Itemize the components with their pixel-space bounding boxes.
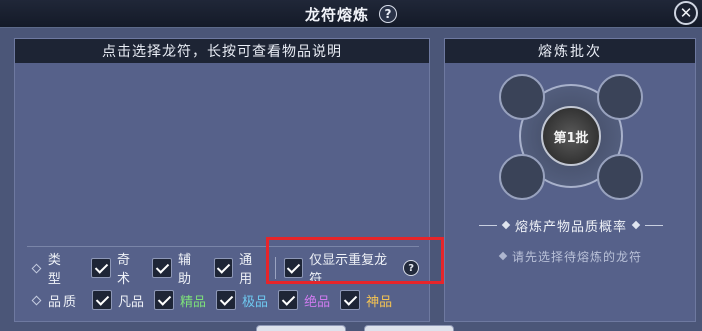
filter-quality-fine-label: 精品 (180, 294, 207, 310)
decor-line (478, 224, 497, 226)
checkbox[interactable] (91, 258, 111, 278)
bottom-button[interactable] (256, 325, 346, 331)
filter-type-qishu-label: 奇术 (116, 253, 130, 287)
checkmark-icon (157, 291, 171, 306)
probability-hint-text: 请先选择待熔炼的龙符 (511, 249, 642, 264)
checkmark-icon (219, 291, 233, 306)
filter-quality-epic[interactable]: 绝品 (278, 290, 330, 310)
bottom-button[interactable] (364, 325, 454, 331)
batch-slots: 第1批 (499, 74, 643, 200)
probability-title: 熔炼产物品质概率 (445, 215, 697, 235)
filter-type-tongyong[interactable]: 通用 (213, 249, 265, 287)
batch-panel-header: 熔炼批次 (445, 39, 695, 63)
checkmark-icon (95, 291, 109, 306)
window-title: 龙符熔炼 (304, 5, 369, 24)
filter-type-fuzhu[interactable]: 辅助 (152, 249, 203, 287)
diamond-bullet-icon (31, 263, 42, 273)
filter-quality-rare[interactable]: 极品 (216, 290, 268, 310)
diamond-icon (498, 251, 508, 261)
checkbox[interactable] (278, 290, 299, 310)
checkbox[interactable] (213, 258, 234, 278)
rune-slot[interactable] (499, 74, 545, 120)
checkmark-icon (94, 259, 108, 274)
rune-slot[interactable] (499, 154, 545, 200)
probability-hint: 请先选择待熔炼的龙符 (445, 247, 697, 265)
checkmark-icon (155, 259, 169, 274)
checkbox[interactable] (216, 290, 237, 310)
checkbox[interactable] (152, 258, 173, 278)
rune-slot[interactable] (597, 154, 643, 200)
diamond-bullet-icon (31, 295, 42, 305)
checkmark-icon (281, 291, 295, 306)
quality-filter-label: 品质 (48, 294, 79, 310)
checkmark-icon (343, 291, 357, 306)
rune-slot[interactable] (597, 74, 643, 120)
filter-quality-epic-label: 绝品 (304, 294, 331, 310)
batch-number-badge: 第1批 (541, 106, 601, 166)
help-icon[interactable]: ? (379, 5, 397, 23)
diamond-icon (501, 220, 511, 230)
filter-quality-fine[interactable]: 精品 (154, 290, 206, 310)
checkbox[interactable] (340, 290, 361, 310)
filter-quality-normal-label: 凡品 (118, 294, 145, 310)
type-filter-label: 类型 (47, 253, 63, 287)
checkbox[interactable] (154, 290, 175, 310)
checkmark-icon (216, 259, 231, 274)
only-duplicates-highlight-box (266, 237, 444, 284)
quality-filter-row: 品质 凡品 精品 极品 绝品 神品 (27, 288, 402, 312)
filter-quality-divine-label: 神品 (366, 294, 393, 310)
filter-type-tongyong-label: 通用 (239, 253, 253, 287)
filter-quality-divine[interactable]: 神品 (340, 290, 392, 310)
decor-line (645, 224, 663, 226)
filter-quality-normal[interactable]: 凡品 (92, 290, 144, 310)
smelting-batch-panel: 熔炼批次 第1批 熔炼产物品质概率 请先选择待熔炼的龙符 (444, 38, 696, 322)
checkbox[interactable] (92, 290, 113, 310)
selection-panel-header: 点击选择龙符，长按可查看物品说明 (15, 39, 429, 63)
filter-quality-rare-label: 极品 (242, 294, 269, 310)
probability-title-text: 熔炼产物品质概率 (514, 219, 627, 235)
diamond-icon (631, 220, 641, 230)
close-button[interactable]: ✕ (674, 1, 698, 25)
title-wrap: 龙符熔炼 ? (0, 0, 702, 28)
filter-type-qishu[interactable]: 奇术 (91, 249, 142, 287)
filter-type-fuzhu-label: 辅助 (178, 253, 192, 287)
